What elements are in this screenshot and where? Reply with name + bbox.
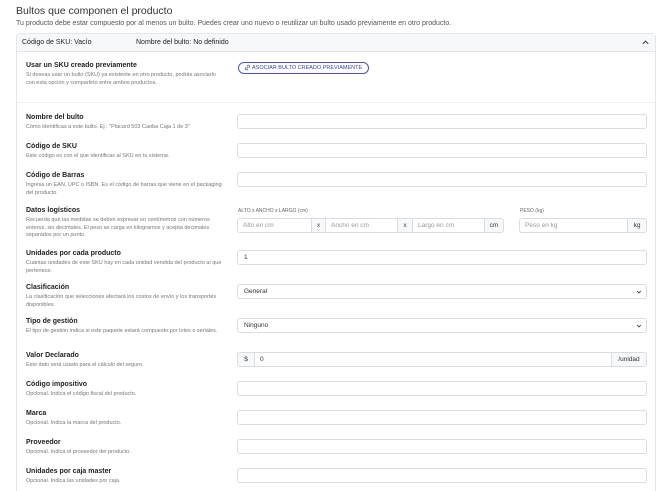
associate-package-button[interactable]: ASOCIAR BULTO CREADO PREVIAMENTE xyxy=(238,62,370,74)
barcode-title: Código de Barras xyxy=(26,172,85,179)
tax-code-desc: Opcional. Indica el código fiscal del pr… xyxy=(26,391,137,397)
peso-input[interactable]: Peso en kg xyxy=(519,218,628,233)
brand-title: Marca xyxy=(26,410,47,417)
ancho-input[interactable]: Ancho en cm xyxy=(325,218,398,233)
management-desc: El tipo de gestión indica si este paquet… xyxy=(26,328,218,334)
master-box-input[interactable] xyxy=(237,468,647,483)
tax-code-input[interactable] xyxy=(237,381,647,396)
logistics-title: Datos logísticos xyxy=(26,207,81,214)
classification-value: General xyxy=(244,288,268,295)
link-icon xyxy=(244,64,251,71)
alto-input[interactable]: Alto en cm xyxy=(237,218,312,233)
units-input[interactable]: 1 xyxy=(237,250,647,265)
dims-separator: x xyxy=(311,218,326,233)
management-title: Tipo de gestión xyxy=(26,318,78,325)
dims-separator: x xyxy=(397,218,413,233)
declared-value-input[interactable]: 0 xyxy=(254,352,612,367)
nombre-title: Nombre del bulto xyxy=(26,114,84,121)
sku-desc: Este código es con el que identificas al… xyxy=(26,153,170,159)
nombre-bulto-input[interactable] xyxy=(237,114,647,129)
barcode-input[interactable] xyxy=(237,172,647,187)
classification-select[interactable]: General xyxy=(237,284,647,299)
supplier-desc: Opcional. Indica el proveedor del produc… xyxy=(26,449,131,455)
master-box-title: Unidades por caja master xyxy=(26,468,112,475)
weight-unit: kg xyxy=(627,218,647,233)
reuse-desc: Si deseas usar un bulto (SKU) ya existen… xyxy=(26,72,216,86)
brand-desc: Opcional. Indica la marca del producto. xyxy=(26,420,122,426)
units-title: Unidades por cada producto xyxy=(26,250,121,257)
currency-prefix: $ xyxy=(237,352,255,367)
weight-label: PESO (kg) xyxy=(520,208,544,214)
management-value: Ninguno xyxy=(244,322,269,329)
classification-desc: La clasificación que selecciones afectar… xyxy=(26,294,217,308)
page-subtitle: Tu producto debe estar compuesto por al … xyxy=(16,20,452,27)
page-title: Bultos que componen el producto xyxy=(16,5,173,17)
chevron-down-icon xyxy=(636,324,642,328)
classification-title: Clasificación xyxy=(26,284,70,291)
largo-input[interactable]: Largo en cm xyxy=(412,218,485,233)
per-unit-suffix: /unidad xyxy=(611,352,647,367)
barcode-desc: Ingresa un EAN, UPC o ISBN. Es el código… xyxy=(26,182,222,196)
declared-title: Valor Declarado xyxy=(26,352,79,359)
header-package-name: Nombre del bulto: No definido xyxy=(136,39,229,46)
package-card: Código de SKU: Vacío Nombre del bulto: N… xyxy=(16,33,656,491)
nombre-desc: Cómo identificas a este bulto. Ej.: "Pla… xyxy=(26,124,190,130)
chevron-down-icon xyxy=(636,290,642,294)
declared-desc: Este dato será usado para el cálculo del… xyxy=(26,362,144,368)
dims-unit: cm xyxy=(484,218,504,233)
tax-code-title: Código impositivo xyxy=(26,381,88,388)
associate-package-label: ASOCIAR BULTO CREADO PREVIAMENTE xyxy=(252,65,363,71)
chevron-up-icon[interactable] xyxy=(641,38,650,47)
logistics-desc: Recuerda que las medidas se deben expres… xyxy=(26,217,210,238)
reuse-title: Usar un SKU creado previamente xyxy=(26,62,137,69)
supplier-title: Proveedor xyxy=(26,439,61,446)
sku-input[interactable] xyxy=(237,143,647,158)
header-sku: Código de SKU: Vacío xyxy=(22,39,92,46)
brand-input[interactable] xyxy=(237,410,647,425)
dims-label: ALTO x ANCHO x LARGO (cm) xyxy=(238,208,308,214)
master-box-desc: Opcional. Indica las unidades por caja. xyxy=(26,478,121,484)
reuse-section: Usar un SKU creado previamente Si deseas… xyxy=(17,53,655,103)
supplier-input[interactable] xyxy=(237,439,647,454)
units-desc: Cuántas unidades de este SKU hay en cada… xyxy=(26,260,222,274)
card-header[interactable]: Código de SKU: Vacío Nombre del bulto: N… xyxy=(17,34,655,52)
management-select[interactable]: Ninguno xyxy=(237,318,647,333)
sku-title: Código de SKU xyxy=(26,143,77,150)
